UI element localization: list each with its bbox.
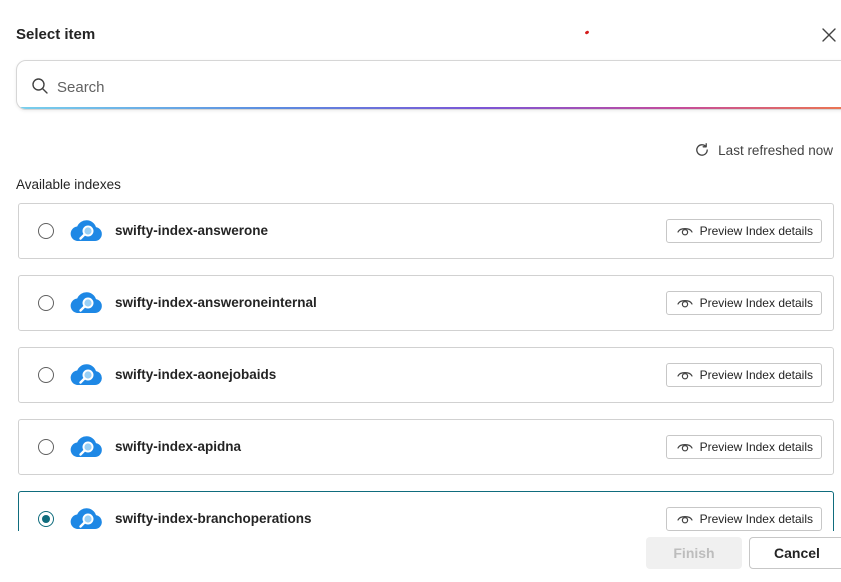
index-radio-selected[interactable] bbox=[38, 511, 54, 527]
index-row-answeroneinternal[interactable]: swifty-index-answeroneinternal Preview I… bbox=[18, 275, 834, 331]
preview-index-details-button[interactable]: Preview Index details bbox=[665, 435, 822, 459]
close-button[interactable] bbox=[818, 24, 840, 46]
finish-button[interactable]: Finish bbox=[646, 537, 742, 569]
eye-icon bbox=[677, 372, 693, 380]
index-name: swifty-index-answerone bbox=[115, 223, 269, 238]
search-icon bbox=[32, 78, 48, 94]
search-box[interactable] bbox=[16, 60, 841, 110]
cloud-search-icon bbox=[70, 220, 102, 241]
index-name: swifty-index-apidna bbox=[115, 439, 242, 454]
red-dot-mark bbox=[584, 30, 590, 35]
index-radio[interactable] bbox=[38, 223, 54, 239]
index-radio[interactable] bbox=[38, 439, 54, 455]
cloud-search-icon bbox=[70, 364, 102, 385]
preview-index-details-button[interactable]: Preview Index details bbox=[665, 291, 822, 315]
dialog-footer: Finish Cancel bbox=[0, 531, 841, 582]
search-input[interactable] bbox=[55, 73, 819, 101]
index-list: swifty-index-answerone Preview Index det… bbox=[18, 203, 834, 531]
index-row-branchoperations[interactable]: swifty-index-branchoperations Preview In… bbox=[18, 491, 834, 531]
available-indexes-label: Available indexes bbox=[16, 177, 121, 192]
eye-icon bbox=[677, 444, 693, 452]
preview-label: Preview Index details bbox=[699, 440, 813, 454]
eye-icon bbox=[677, 228, 693, 236]
index-radio[interactable] bbox=[38, 367, 54, 383]
index-name: swifty-index-branchoperations bbox=[115, 511, 312, 526]
index-row-aonejobaids[interactable]: swifty-index-aonejobaids Preview Index d… bbox=[18, 347, 834, 403]
eye-icon bbox=[677, 300, 693, 308]
cloud-search-icon bbox=[70, 292, 102, 313]
preview-label: Preview Index details bbox=[699, 224, 813, 238]
select-item-dialog: Select item Last refreshed now Available… bbox=[0, 0, 841, 582]
refresh-icon bbox=[696, 143, 709, 156]
refresh-label: Last refreshed now bbox=[718, 142, 833, 158]
index-name: swifty-index-answeroneinternal bbox=[115, 295, 317, 310]
preview-index-details-button[interactable]: Preview Index details bbox=[665, 507, 822, 531]
eye-icon bbox=[677, 516, 693, 524]
cancel-button[interactable]: Cancel bbox=[749, 537, 841, 569]
preview-label: Preview Index details bbox=[699, 368, 813, 382]
index-row-answerone[interactable]: swifty-index-answerone Preview Index det… bbox=[18, 203, 834, 259]
cloud-search-icon bbox=[70, 508, 102, 529]
cloud-search-icon bbox=[70, 436, 102, 457]
preview-label: Preview Index details bbox=[699, 296, 813, 310]
preview-index-details-button[interactable]: Preview Index details bbox=[665, 219, 822, 243]
preview-label: Preview Index details bbox=[699, 512, 813, 526]
refresh-button[interactable]: Last refreshed now bbox=[694, 142, 833, 158]
index-name: swifty-index-aonejobaids bbox=[115, 367, 277, 382]
close-icon bbox=[822, 28, 836, 42]
index-radio[interactable] bbox=[38, 295, 54, 311]
dialog-title: Select item bbox=[16, 26, 96, 43]
preview-index-details-button[interactable]: Preview Index details bbox=[665, 363, 822, 387]
index-row-apidna[interactable]: swifty-index-apidna Preview Index detail… bbox=[18, 419, 834, 475]
